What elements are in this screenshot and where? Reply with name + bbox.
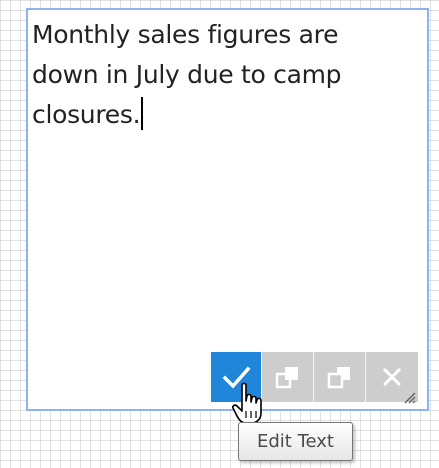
send-backward-icon xyxy=(327,367,350,389)
bring-forward-icon xyxy=(275,367,298,389)
text-box[interactable]: Monthly sales figures are down in July d… xyxy=(26,8,429,411)
close-icon xyxy=(382,367,402,387)
tooltip-text: Edit Text xyxy=(257,431,334,452)
bring-forward-button[interactable] xyxy=(262,352,314,402)
tooltip: Edit Text xyxy=(238,422,353,461)
text-box-content[interactable]: Monthly sales figures are down in July d… xyxy=(32,15,412,135)
text-caret xyxy=(141,97,144,130)
send-backward-button[interactable] xyxy=(314,352,366,402)
resize-handle-icon[interactable] xyxy=(402,390,416,404)
text-box-text[interactable]: Monthly sales figures are down in July d… xyxy=(32,20,342,129)
